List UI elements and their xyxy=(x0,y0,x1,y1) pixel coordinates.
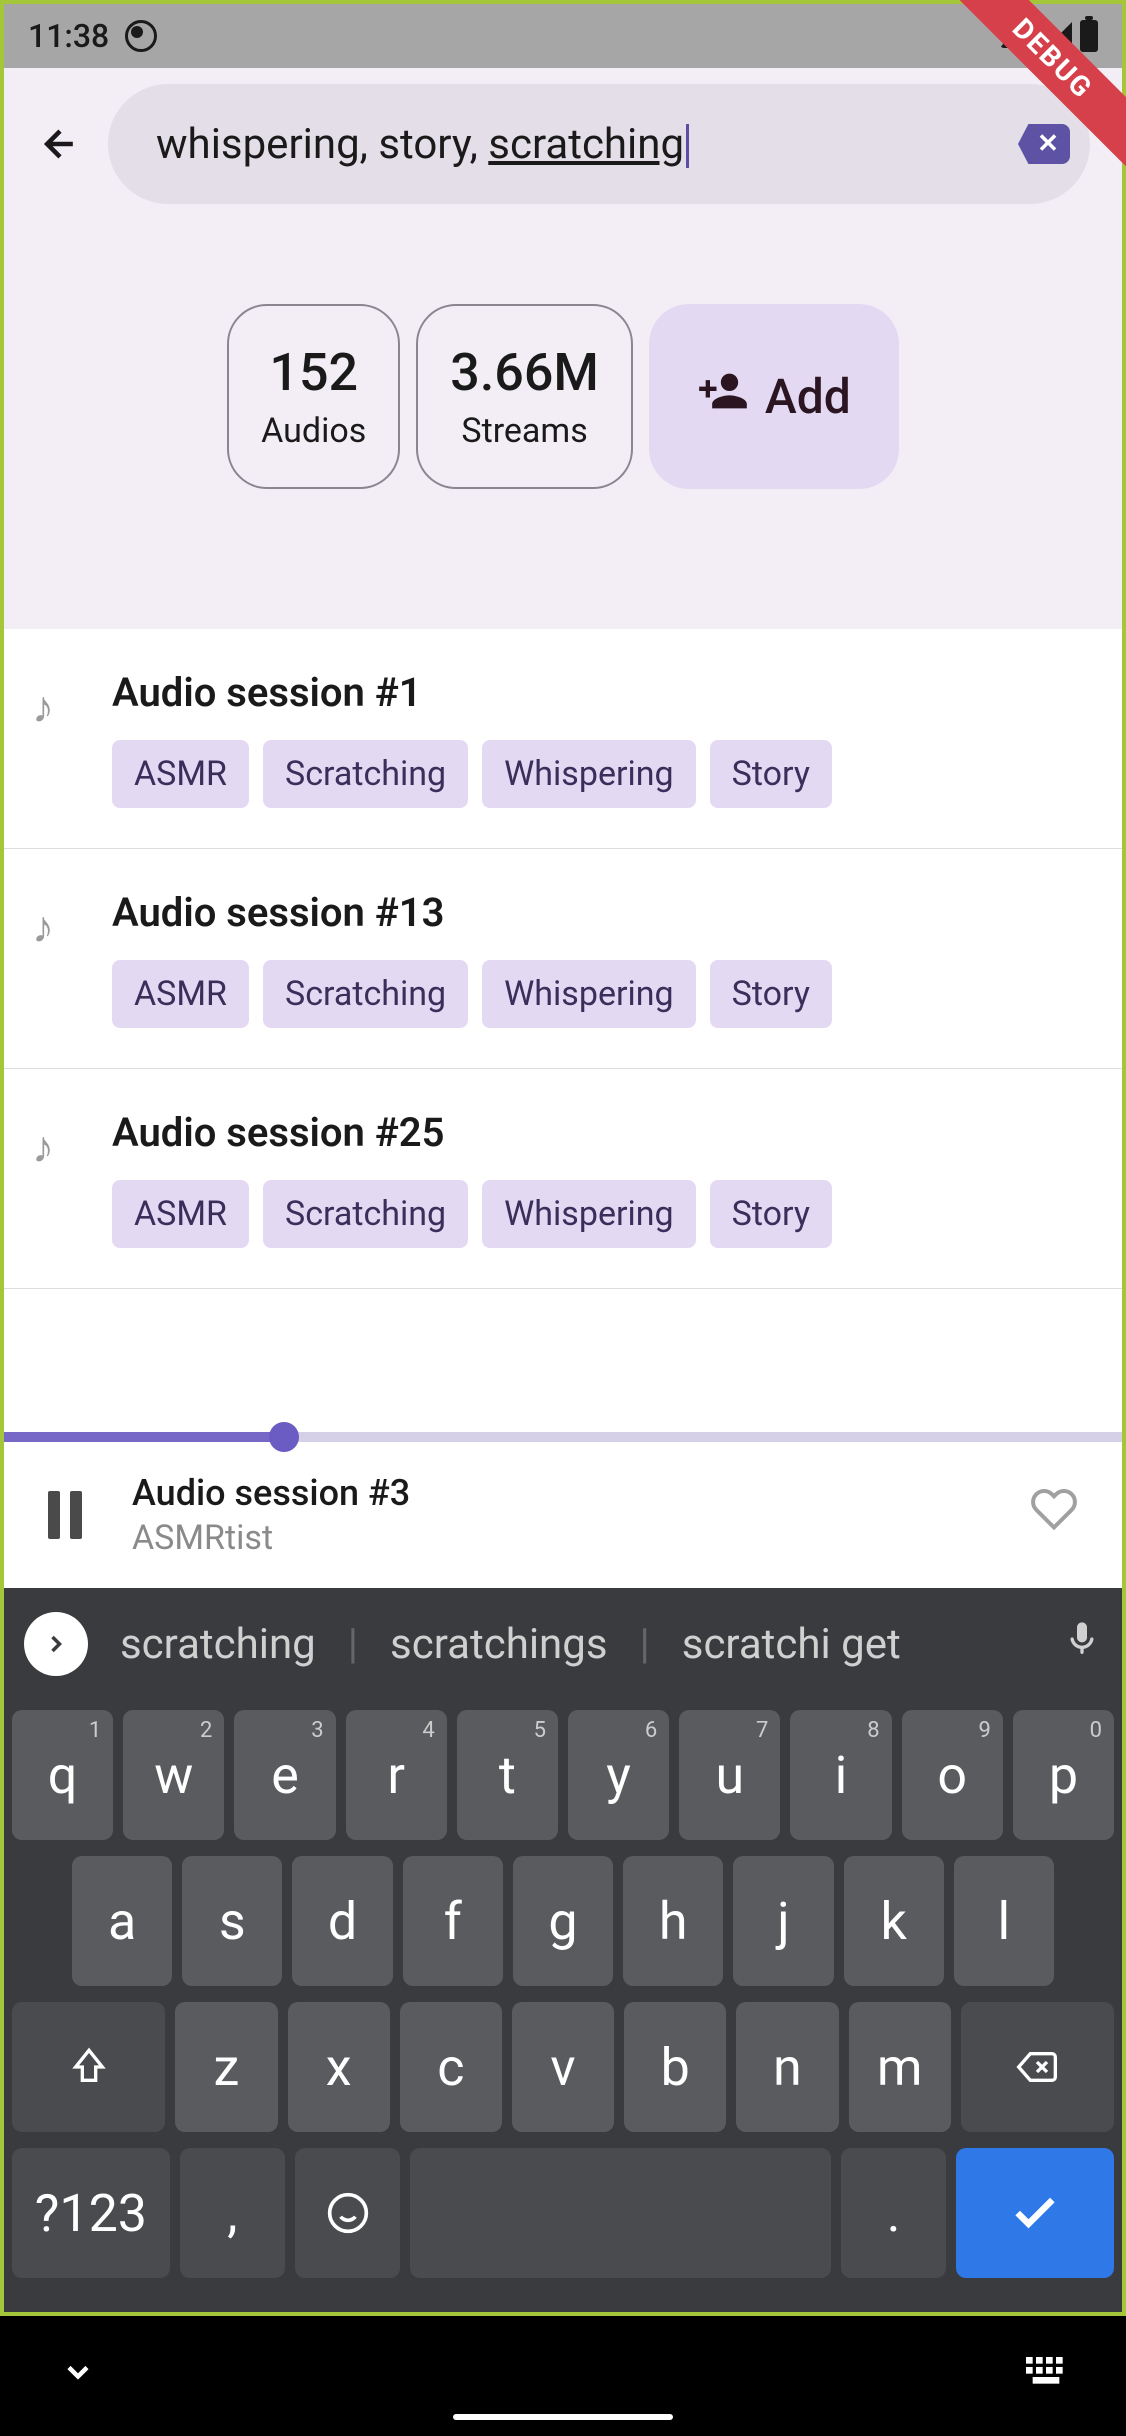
key-b[interactable]: b xyxy=(624,2002,726,2132)
key-c[interactable]: c xyxy=(400,2002,502,2132)
key-v[interactable]: v xyxy=(512,2002,614,2132)
key-z[interactable]: z xyxy=(175,2002,277,2132)
key-p[interactable]: p0 xyxy=(1013,1710,1114,1840)
suggestion-2[interactable]: scratchings xyxy=(370,1620,627,1669)
nav-keyboard-switch[interactable] xyxy=(1026,2356,1066,2396)
key-g[interactable]: g xyxy=(513,1856,613,1986)
app-status-icon xyxy=(125,20,157,52)
key-r[interactable]: r4 xyxy=(346,1710,447,1840)
progress-bar[interactable] xyxy=(4,1432,1122,1442)
key-y[interactable]: y6 xyxy=(568,1710,669,1840)
key-u[interactable]: u7 xyxy=(679,1710,780,1840)
space-key[interactable] xyxy=(410,2148,831,2278)
streams-stat: 3.66M Streams xyxy=(416,304,633,489)
key-d[interactable]: d xyxy=(292,1856,392,1986)
key-k[interactable]: k xyxy=(844,1856,944,1986)
favorite-button[interactable] xyxy=(1030,1485,1078,1545)
key-o[interactable]: o9 xyxy=(902,1710,1003,1840)
player-title: Audio session #3 xyxy=(132,1472,980,1514)
key-e[interactable]: e3 xyxy=(234,1710,335,1840)
key-m[interactable]: m xyxy=(849,2002,951,2132)
tag[interactable]: ASMR xyxy=(112,1180,249,1248)
player-artist: ASMRtist xyxy=(132,1518,980,1558)
key-q[interactable]: q1 xyxy=(12,1710,113,1840)
keyboard[interactable]: scratching | scratchings | scratchi get … xyxy=(4,1588,1122,2312)
key-l[interactable]: l xyxy=(954,1856,1054,1986)
tag[interactable]: Whispering xyxy=(482,740,696,808)
key-j[interactable]: j xyxy=(733,1856,833,1986)
tag[interactable]: ASMR xyxy=(112,960,249,1028)
shift-key[interactable] xyxy=(12,2002,165,2132)
session-list[interactable]: ♪Audio session #1ASMRScratchingWhisperin… xyxy=(4,629,1122,1432)
suggestion-1[interactable]: scratching xyxy=(100,1620,336,1669)
add-button[interactable]: Add xyxy=(649,304,899,489)
nav-hide-keyboard[interactable] xyxy=(60,2354,96,2399)
key-a[interactable]: a xyxy=(72,1856,172,1986)
session-row[interactable]: ♪ Audio session #1 ASMRScratchingWhisperin… xyxy=(4,629,1122,849)
tag[interactable]: Whispering xyxy=(482,1180,696,1248)
battery-icon xyxy=(1080,20,1098,52)
mini-player[interactable]: Audio session #3 ASMRtist xyxy=(4,1432,1122,1588)
back-button[interactable] xyxy=(36,120,84,168)
music-note-icon: ♪ xyxy=(32,1121,72,1248)
pause-button[interactable] xyxy=(48,1491,82,1539)
tag[interactable]: Whispering xyxy=(482,960,696,1028)
clear-search-button[interactable]: ✕ xyxy=(1018,124,1070,164)
session-title: Audio session #13 xyxy=(112,889,1090,936)
key-h[interactable]: h xyxy=(623,1856,723,1986)
audios-stat: 152 Audios xyxy=(227,304,400,489)
status-bar: 11:38 xyxy=(4,4,1122,68)
key-s[interactable]: s xyxy=(182,1856,282,1986)
tag[interactable]: Story xyxy=(710,740,832,808)
key-x[interactable]: x xyxy=(288,2002,390,2132)
symbols-key[interactable]: ?123 xyxy=(12,2148,170,2278)
search-text: whispering, story, scratching xyxy=(156,120,1018,169)
enter-key[interactable] xyxy=(956,2148,1114,2278)
key-t[interactable]: t5 xyxy=(457,1710,558,1840)
key-w[interactable]: w2 xyxy=(123,1710,224,1840)
session-row[interactable]: ♪ Audio session #25 ASMRScratchingWhisperi… xyxy=(4,1069,1122,1289)
expand-suggestions-button[interactable] xyxy=(24,1612,88,1676)
tag[interactable]: Scratching xyxy=(263,740,468,808)
tag[interactable]: Story xyxy=(710,960,832,1028)
person-add-icon xyxy=(697,365,749,428)
tag[interactable]: Scratching xyxy=(263,1180,468,1248)
tag[interactable]: ASMR xyxy=(112,740,249,808)
key-i[interactable]: i8 xyxy=(790,1710,891,1840)
key-n[interactable]: n xyxy=(736,2002,838,2132)
music-note-icon: ♪ xyxy=(32,901,72,1028)
key-f[interactable]: f xyxy=(403,1856,503,1986)
session-title: Audio session #25 xyxy=(112,1109,1090,1156)
mic-button[interactable] xyxy=(1062,1619,1102,1670)
session-row[interactable]: ♪ Audio session #13 ASMRScratchingWhisperi… xyxy=(4,849,1122,1069)
tag[interactable]: Story xyxy=(710,1180,832,1248)
session-title: Audio session #1 xyxy=(112,669,1090,716)
suggestion-3[interactable]: scratchi get xyxy=(662,1620,921,1669)
music-note-icon: ♪ xyxy=(32,681,72,808)
search-input[interactable]: whispering, story, scratching ✕ xyxy=(108,84,1090,204)
emoji-key[interactable] xyxy=(295,2148,400,2278)
comma-key[interactable]: , xyxy=(180,2148,285,2278)
backspace-key[interactable] xyxy=(961,2002,1114,2132)
nav-handle[interactable] xyxy=(453,2414,673,2420)
status-time: 11:38 xyxy=(28,17,109,55)
tag[interactable]: Scratching xyxy=(263,960,468,1028)
period-key[interactable]: . xyxy=(841,2148,946,2278)
